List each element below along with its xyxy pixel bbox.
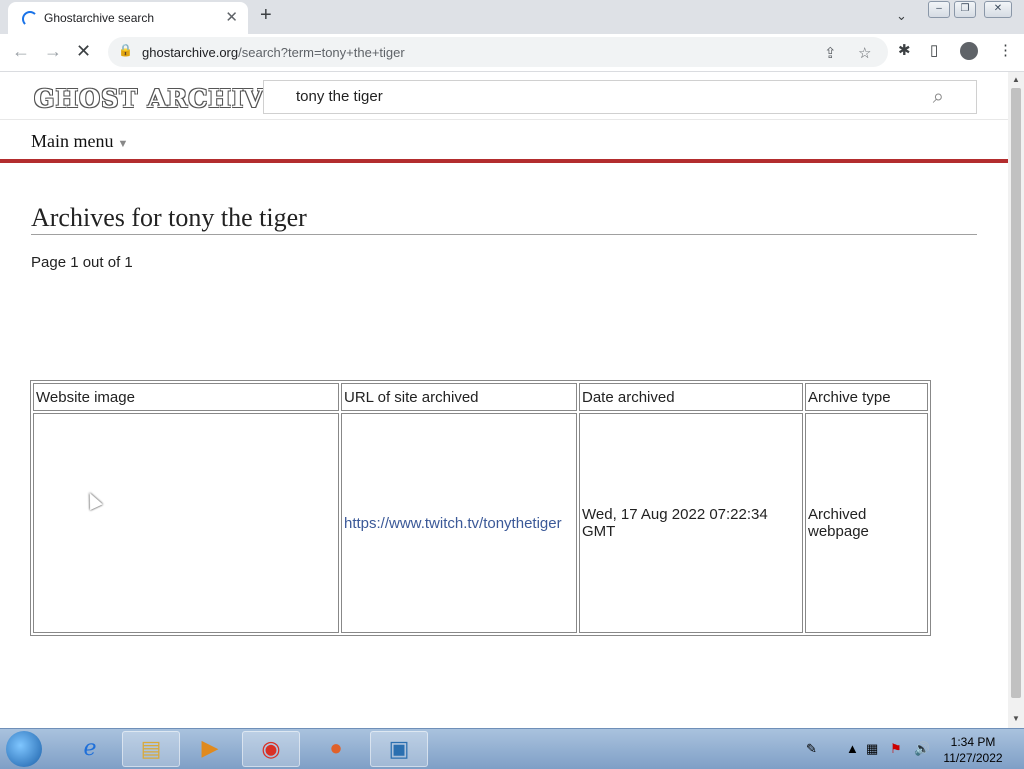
accent-bar — [0, 159, 1008, 163]
minimize-button[interactable]: – — [928, 1, 950, 18]
archived-url-link[interactable]: https://www.twitch.tv/tonythetiger — [344, 515, 562, 532]
pagination-info: Page 1 out of 1 — [31, 254, 133, 271]
caret-down-icon: ▼ — [117, 138, 129, 150]
tab-title: Ghostarchive search — [44, 11, 155, 25]
start-button[interactable] — [6, 731, 42, 767]
kebab-menu-icon[interactable]: ⋮ — [998, 41, 1013, 59]
back-arrow-icon[interactable]: ← — [12, 41, 30, 62]
table-row: https://www.twitch.tv/tonythetiger Wed, … — [33, 413, 928, 633]
site-logo[interactable]: GHOST ARCHIVE — [34, 84, 283, 113]
archive-type-cell: Archived webpage — [805, 413, 928, 633]
address-url[interactable]: ghostarchive.org/search?term=tony+the+ti… — [142, 45, 405, 60]
side-panel-icon[interactable]: ▯ — [930, 41, 938, 59]
column-header: Archive type — [805, 383, 928, 411]
close-window-button[interactable]: ✕ — [984, 1, 1012, 18]
title-divider — [31, 234, 977, 235]
close-icon[interactable]: ✕ — [225, 8, 238, 26]
main-menu-toggle[interactable]: Main menu ▼ — [31, 131, 128, 152]
date-cell: Wed, 17 Aug 2022 07:22:34 GMT — [579, 413, 803, 633]
scroll-up-icon[interactable]: ▲ — [1012, 75, 1020, 84]
column-header: Website image — [33, 383, 339, 411]
column-header: URL of site archived — [341, 383, 577, 411]
clock-time: 1:34 PM — [950, 735, 996, 749]
share-icon[interactable]: ⇪ — [824, 44, 837, 62]
tab-strip: Ghostarchive search ✕ + ⌄ – ❐ ✕ — [0, 0, 1024, 34]
forward-arrow-icon[interactable]: → — [44, 41, 62, 62]
lock-icon[interactable]: 🔒 — [118, 43, 133, 57]
puzzle-icon[interactable]: ✱ — [898, 41, 911, 59]
site-search-box: ⌕ — [263, 80, 977, 114]
browser-toolbar: ← → ✕ 🔒 ghostarchive.org/search?term=ton… — [0, 34, 1024, 72]
system-clock[interactable]: 1:34 PM 11/27/2022 — [940, 734, 1006, 766]
loading-spinner-icon — [22, 11, 38, 27]
firefox-icon[interactable]: ● — [308, 731, 364, 765]
pen-input-icon[interactable]: ✎ — [806, 741, 817, 757]
chrome-icon[interactable]: ◉ — [242, 731, 300, 767]
header-divider — [0, 119, 1008, 120]
photo-viewer-icon[interactable]: ▣ — [370, 731, 428, 767]
page-scrollbar[interactable]: ▲ ▼ — [1008, 72, 1024, 728]
browser-tab-active[interactable]: Ghostarchive search ✕ — [8, 2, 248, 34]
column-header: Date archived — [579, 383, 803, 411]
media-player-icon[interactable]: ▶ — [182, 731, 238, 765]
profile-icon[interactable] — [960, 42, 978, 60]
scrollbar-thumb[interactable] — [1011, 88, 1021, 698]
show-hidden-icons[interactable]: ▲ — [846, 741, 859, 756]
taskbar: ℯ ▤ ▶ ◉ ● ▣ ✎ ▲ ▦ ⚑ 🔊 1:34 PM 11/27/2022 — [0, 728, 1024, 769]
internet-explorer-icon[interactable]: ℯ — [62, 731, 118, 765]
file-explorer-icon[interactable]: ▤ — [122, 731, 180, 767]
url-cell: https://www.twitch.tv/tonythetiger — [341, 413, 577, 633]
volume-icon[interactable]: 🔊 — [914, 741, 930, 757]
address-bar[interactable]: 🔒 ghostarchive.org/search?term=tony+the+… — [108, 37, 888, 67]
scroll-down-icon[interactable]: ▼ — [1012, 714, 1020, 723]
star-icon[interactable]: ☆ — [858, 44, 871, 62]
main-menu-label: Main menu — [31, 131, 114, 151]
stop-reload-icon[interactable]: ✕ — [76, 41, 91, 62]
new-tab-button[interactable]: + — [260, 4, 272, 27]
network-icon[interactable]: ▦ — [866, 741, 878, 757]
website-image-cell — [33, 413, 339, 633]
restore-button[interactable]: ❐ — [954, 1, 976, 18]
action-center-icon[interactable]: ⚑ — [890, 741, 902, 757]
clock-date: 11/27/2022 — [943, 751, 1003, 765]
page-title: Archives for tony the tiger — [31, 203, 307, 232]
search-icon[interactable]: ⌕ — [933, 86, 944, 109]
search-input[interactable] — [294, 87, 898, 106]
tab-search-chevron-icon[interactable]: ⌄ — [896, 8, 907, 24]
table-header-row: Website image URL of site archived Date … — [33, 383, 928, 411]
web-page: GHOST ARCHIVE ⌕ Main menu▼ Archives for … — [0, 72, 1008, 728]
archives-table: Website image URL of site archived Date … — [30, 380, 931, 636]
